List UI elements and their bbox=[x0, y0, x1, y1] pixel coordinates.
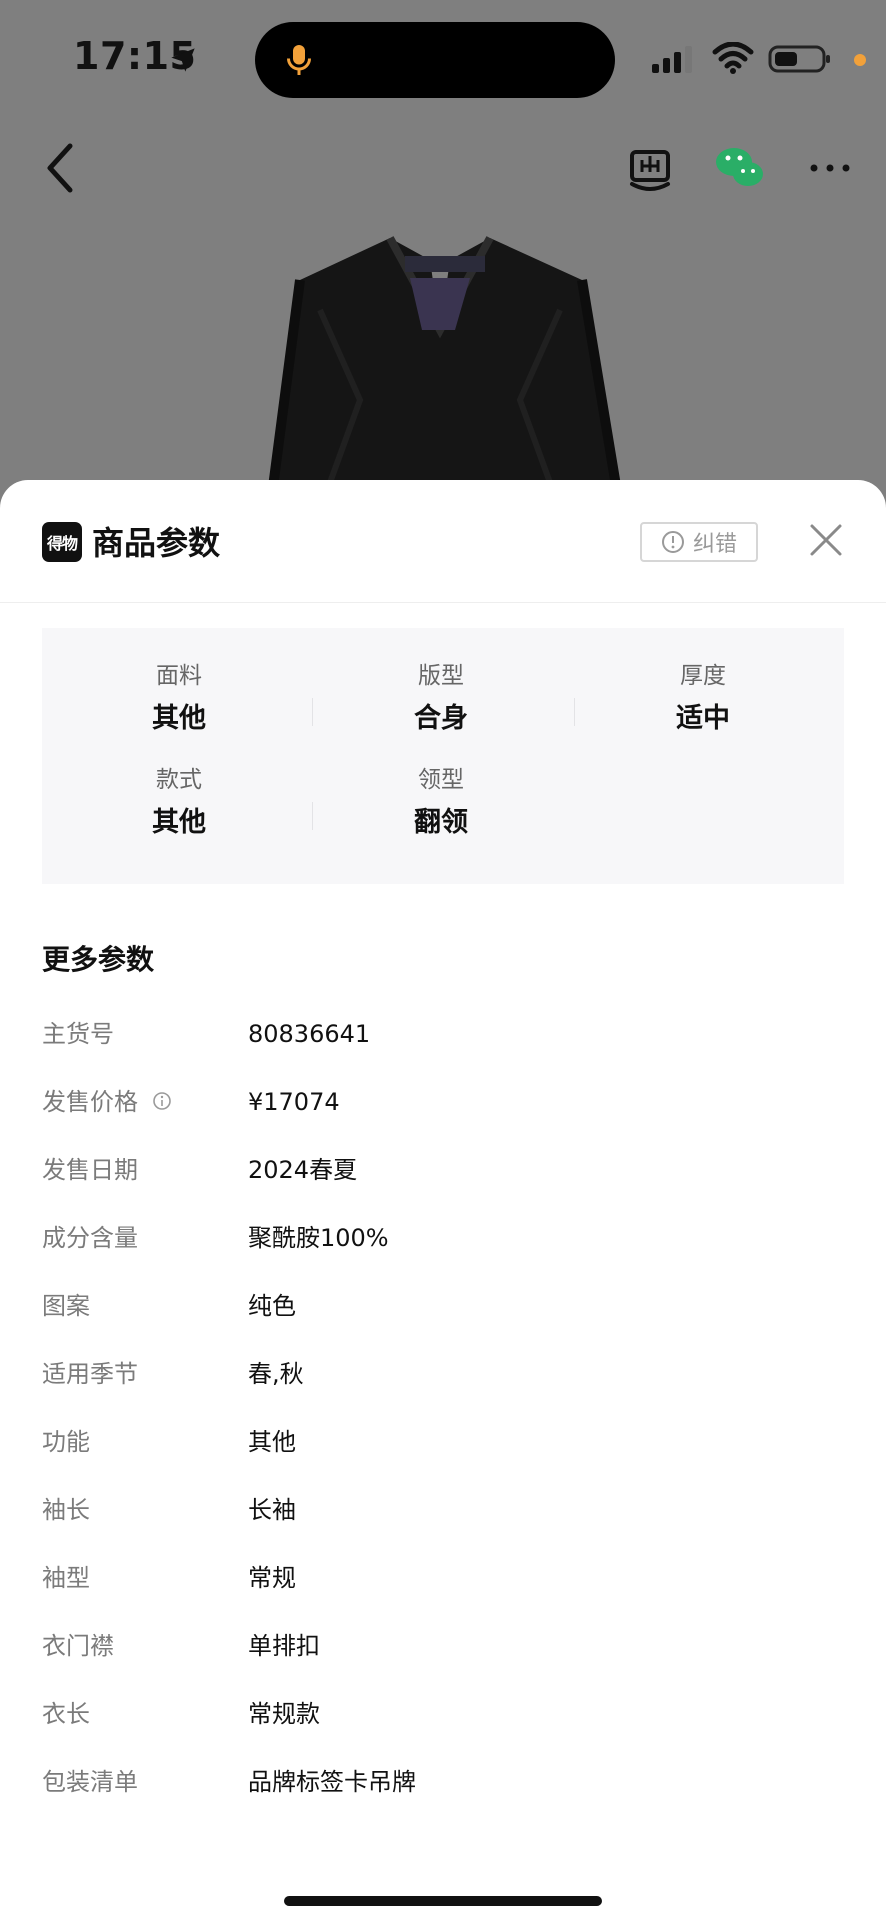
microphone-icon bbox=[287, 45, 311, 75]
params-sheet: 得物 商品参数 纠错 面料 其他 版型 合身 厚度 适中 款式 其他 领型 翻领… bbox=[0, 480, 886, 1920]
key-param-label: 领型 bbox=[418, 767, 464, 793]
key-param-label: 版型 bbox=[418, 663, 464, 689]
top-nav bbox=[0, 120, 886, 220]
spec-key: 包装清单 bbox=[42, 1768, 138, 1796]
spec-row: 衣长 常规款 bbox=[42, 1688, 844, 1756]
spec-key: 主货号 bbox=[42, 1020, 114, 1048]
privacy-dot-icon bbox=[854, 54, 866, 66]
report-error-label: 纠错 bbox=[692, 532, 737, 557]
key-param-value: 翻领 bbox=[414, 807, 468, 838]
spec-value: 长袖 bbox=[248, 1496, 296, 1524]
spec-row: 包装清单 品牌标签卡吊牌 bbox=[42, 1756, 844, 1824]
close-icon[interactable] bbox=[808, 522, 844, 558]
divider bbox=[312, 698, 313, 726]
report-error-button[interactable]: 纠错 bbox=[640, 522, 758, 562]
spec-value: 其他 bbox=[248, 1428, 296, 1456]
spec-value: 春,秋 bbox=[248, 1360, 304, 1388]
spec-row: 图案 纯色 bbox=[42, 1280, 844, 1348]
key-param-style: 款式 其他 bbox=[48, 764, 310, 860]
product-image bbox=[265, 236, 625, 512]
back-button[interactable] bbox=[38, 138, 88, 198]
more-icon[interactable] bbox=[808, 142, 852, 194]
spec-value: 常规 bbox=[248, 1564, 296, 1592]
spec-key-label: 发售价格 bbox=[42, 1088, 138, 1116]
key-param-value: 合身 bbox=[414, 703, 468, 734]
key-param-thickness: 厚度 适中 bbox=[572, 660, 834, 756]
wifi-icon bbox=[712, 42, 754, 74]
spec-key: 成分含量 bbox=[42, 1224, 138, 1252]
signal-icon bbox=[652, 46, 692, 73]
key-param-value: 其他 bbox=[152, 807, 206, 838]
dynamic-island bbox=[255, 22, 615, 98]
spec-value: 聚酰胺100% bbox=[248, 1224, 389, 1252]
spec-key: 发售日期 bbox=[42, 1156, 138, 1184]
spec-key: 袖型 bbox=[42, 1564, 90, 1592]
spec-row: 主货号 80836641 bbox=[42, 1008, 844, 1076]
spec-key: 发售价格 bbox=[42, 1086, 172, 1118]
battery-icon bbox=[768, 45, 830, 73]
spec-key: 衣长 bbox=[42, 1700, 90, 1728]
spec-key: 适用季节 bbox=[42, 1360, 138, 1388]
spec-row: 发售日期 2024春夏 bbox=[42, 1144, 844, 1212]
spec-row: 发售价格 ¥17074 bbox=[42, 1076, 844, 1144]
key-param-fabric: 面料 其他 bbox=[48, 660, 310, 756]
sell-icon[interactable] bbox=[624, 142, 676, 194]
key-param-label: 款式 bbox=[156, 767, 202, 793]
more-params-title: 更多参数 bbox=[42, 943, 155, 976]
status-bar: 17:15 bbox=[0, 0, 886, 120]
spec-row: 袖长 长袖 bbox=[42, 1484, 844, 1552]
divider bbox=[574, 698, 575, 726]
spec-row: 适用季节 春,秋 bbox=[42, 1348, 844, 1416]
spec-value: ¥17074 bbox=[248, 1088, 340, 1116]
spec-value: 单排扣 bbox=[248, 1632, 320, 1660]
key-param-collar: 领型 翻领 bbox=[310, 764, 572, 860]
brand-logo: 得物 bbox=[42, 522, 82, 562]
info-icon[interactable] bbox=[152, 1091, 172, 1111]
spec-list: 主货号 80836641 发售价格 ¥17074 发售日期 2024春夏 成分含… bbox=[42, 1008, 844, 1824]
spec-value: 纯色 bbox=[248, 1292, 296, 1320]
key-param-fit: 版型 合身 bbox=[310, 660, 572, 756]
key-params-grid: 面料 其他 版型 合身 厚度 适中 款式 其他 领型 翻领 bbox=[42, 628, 844, 884]
key-param-value: 适中 bbox=[676, 703, 730, 734]
spec-key: 功能 bbox=[42, 1428, 90, 1456]
exclamation-circle-icon bbox=[661, 531, 684, 553]
spec-row: 衣门襟 单排扣 bbox=[42, 1620, 844, 1688]
sheet-title: 商品参数 bbox=[92, 524, 221, 562]
spec-value: 80836641 bbox=[248, 1020, 371, 1048]
divider bbox=[312, 802, 313, 830]
location-arrow-icon bbox=[171, 48, 195, 72]
wechat-icon[interactable] bbox=[712, 140, 768, 196]
key-param-label: 厚度 bbox=[680, 663, 726, 689]
spec-key: 衣门襟 bbox=[42, 1632, 114, 1660]
home-indicator[interactable] bbox=[284, 1896, 602, 1906]
spec-row: 成分含量 聚酰胺100% bbox=[42, 1212, 844, 1280]
spec-key: 袖长 bbox=[42, 1496, 90, 1524]
key-param-value: 其他 bbox=[152, 703, 206, 734]
spec-row: 袖型 常规 bbox=[42, 1552, 844, 1620]
spec-value: 常规款 bbox=[248, 1700, 320, 1728]
spec-row: 功能 其他 bbox=[42, 1416, 844, 1484]
spec-key: 图案 bbox=[42, 1292, 90, 1320]
spec-value: 品牌标签卡吊牌 bbox=[248, 1768, 416, 1796]
spec-value: 2024春夏 bbox=[248, 1156, 358, 1184]
sheet-header: 得物 商品参数 纠错 bbox=[0, 480, 886, 603]
key-param-label: 面料 bbox=[156, 663, 202, 689]
